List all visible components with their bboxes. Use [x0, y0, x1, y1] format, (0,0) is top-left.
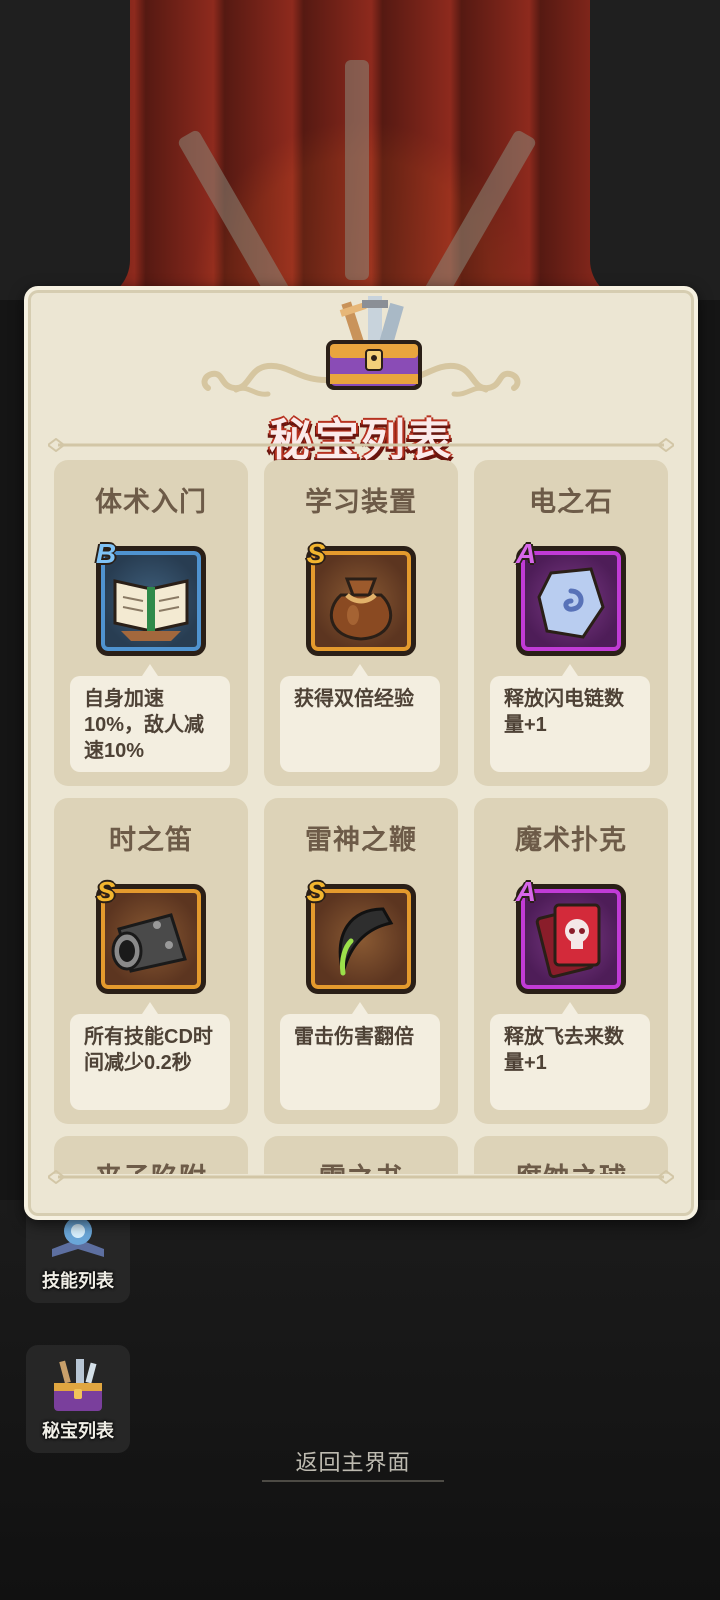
rank-badge: S: [306, 876, 326, 907]
treasure-description: 获得双倍经验: [280, 664, 440, 772]
treasure-description: 释放闪电链数量+1: [490, 664, 650, 772]
treasure-description: 释放飞去来数量+1: [490, 1002, 650, 1110]
treasure-grid[interactable]: 体术入门 B 自身加速10%，敌人减速10% 学习装置 S 获得双倍经验 电之石 A 释放闪电链…: [54, 460, 668, 1174]
return-main-button[interactable]: 返回主界面: [262, 1442, 444, 1482]
treasure-description: 所有技能CD时间减少0.2秒: [70, 1002, 230, 1110]
divider-top: [48, 438, 674, 452]
rank-badge: S: [96, 876, 116, 907]
treasure-name: 魔术扑克: [515, 825, 627, 855]
treasure-card[interactable]: 魔术扑克 A 释放飞去来数量+1: [474, 798, 668, 1124]
treasure-card[interactable]: 雷之书: [264, 1136, 458, 1174]
rank-badge: A: [515, 876, 537, 907]
skill-list-label: 技能列表: [42, 1271, 114, 1291]
treasure-card[interactable]: 电之石 A 释放闪电链数量+1: [474, 460, 668, 786]
treasure-card[interactable]: 学习装置 S 获得双倍经验: [264, 460, 458, 786]
treasure-list-label: 秘宝列表: [42, 1421, 114, 1441]
background-sword: [345, 60, 369, 280]
treasure-card[interactable]: 时之笛 S 所有技能CD时间减少0.2秒: [54, 798, 248, 1124]
treasure-description: 自身加速10%，敌人减速10%: [70, 664, 230, 772]
treasure-list-button[interactable]: 秘宝列表: [26, 1345, 130, 1453]
background-pillar-left: [0, 0, 130, 300]
treasure-chest-icon: [326, 296, 422, 390]
background-pillar-right: [590, 0, 720, 300]
divider-bottom: [48, 1170, 674, 1184]
rank-badge: A: [515, 538, 537, 569]
ornament-left-icon: [201, 362, 328, 397]
treasure-list-panel: 秘宝列表 体术入门 B 自身加速10%，敌人减速10% 学习装置 S 获得双倍经验 电之石 A…: [24, 286, 698, 1220]
treasure-name: 学习装置: [305, 487, 417, 517]
panel-header: 秘宝列表: [28, 296, 694, 465]
treasure-card[interactable]: 雷神之鞭 S 雷击伤害翻倍: [264, 798, 458, 1124]
treasure-name: 雷神之鞭: [305, 825, 417, 855]
rank-badge: S: [306, 538, 326, 569]
treasure-card[interactable]: 体术入门 B 自身加速10%，敌人减速10%: [54, 460, 248, 786]
treasure-name: 电之石: [529, 487, 613, 517]
treasure-card[interactable]: 来子陷附: [54, 1136, 248, 1174]
treasure-card[interactable]: 腐蚀之球: [474, 1136, 668, 1174]
rank-badge: B: [95, 538, 117, 569]
treasure-name: 时之笛: [109, 825, 193, 855]
treasure-chest-icon: [54, 1359, 102, 1411]
treasure-description: 雷击伤害翻倍: [280, 1002, 440, 1110]
treasure-name: 体术入门: [95, 487, 207, 517]
panel-title: 秘宝列表: [269, 416, 453, 465]
